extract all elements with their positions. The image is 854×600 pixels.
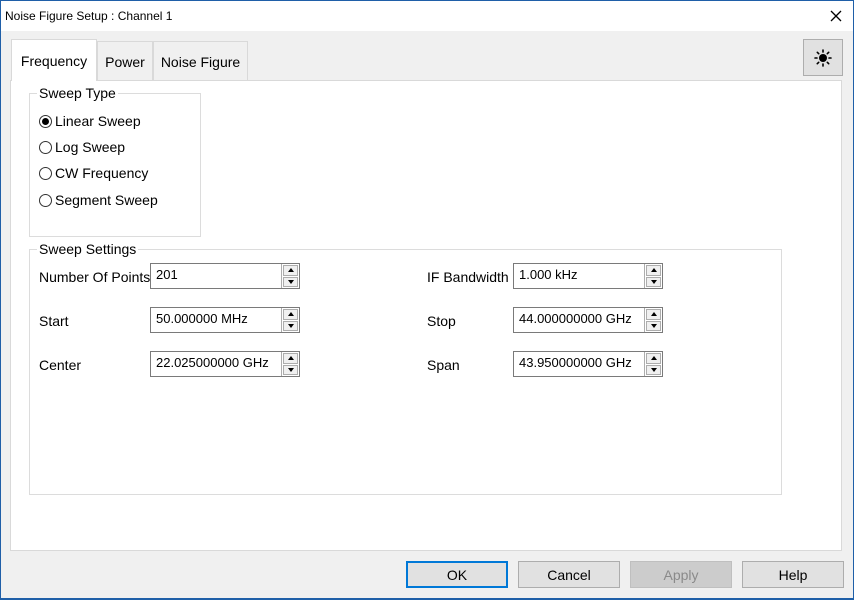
arrow-down-icon (650, 367, 657, 372)
radio-label: Log Sweep (55, 139, 126, 155)
spin-buttons (644, 352, 662, 376)
arrow-down-icon (650, 323, 657, 328)
sweep-settings-group: Sweep Settings Number Of Points 201 IF B… (29, 241, 782, 495)
radio-button-icon[interactable] (39, 114, 52, 128)
arrow-down-icon (287, 367, 294, 372)
close-icon (830, 10, 842, 22)
spin-up-button[interactable] (646, 265, 661, 276)
spin-buttons (644, 308, 662, 332)
if-bandwidth-value[interactable]: 1.000 kHz (514, 264, 644, 288)
spin-buttons (281, 352, 299, 376)
start-label: Start (39, 313, 69, 329)
start-stepper[interactable]: 50.000000 MHz (150, 307, 300, 333)
apply-button[interactable]: Apply (630, 561, 732, 588)
stop-label: Stop (427, 313, 456, 329)
radio-log-sweep[interactable]: Log Sweep (39, 139, 125, 155)
arrow-down-icon (287, 279, 294, 284)
sweep-settings-title: Sweep Settings (37, 241, 139, 257)
spin-up-button[interactable] (646, 309, 661, 320)
arrow-up-icon (287, 356, 294, 361)
if-bandwidth-label: IF Bandwidth (427, 269, 509, 285)
span-label: Span (427, 357, 460, 373)
spin-down-button[interactable] (283, 276, 298, 287)
help-button[interactable]: Help (742, 561, 844, 588)
arrow-up-icon (287, 268, 294, 273)
ok-button[interactable]: OK (406, 561, 508, 588)
center-value[interactable]: 22.025000000 GHz (151, 352, 281, 376)
spin-up-button[interactable] (283, 265, 298, 276)
close-button[interactable] (819, 1, 853, 31)
arrow-up-icon (287, 312, 294, 317)
spin-down-button[interactable] (283, 320, 298, 331)
radio-label: CW Frequency (55, 165, 149, 181)
frequency-tab-panel: Sweep Type Linear Sweep Log Sweep CW Fre… (10, 80, 842, 551)
spin-down-button[interactable] (646, 320, 661, 331)
radio-cw-frequency[interactable]: CW Frequency (39, 165, 148, 181)
number-of-points-label: Number Of Points (39, 269, 151, 285)
if-bandwidth-stepper[interactable]: 1.000 kHz (513, 263, 663, 289)
spin-down-button[interactable] (646, 364, 661, 375)
center-stepper[interactable]: 22.025000000 GHz (150, 351, 300, 377)
number-of-points-value[interactable]: 201 (151, 264, 281, 288)
start-value[interactable]: 50.000000 MHz (151, 308, 281, 332)
spin-down-button[interactable] (283, 364, 298, 375)
radio-label: Segment Sweep (55, 192, 158, 208)
radio-label: Linear Sweep (55, 113, 141, 129)
spin-buttons (281, 308, 299, 332)
span-value[interactable]: 43.950000000 GHz (514, 352, 644, 376)
number-of-points-stepper[interactable]: 201 (150, 263, 300, 289)
brightness-button[interactable] (803, 39, 843, 76)
sweep-type-title: Sweep Type (37, 85, 118, 101)
spin-buttons (644, 264, 662, 288)
tab-power[interactable]: Power (97, 41, 153, 81)
arrow-up-icon (650, 312, 657, 317)
spin-up-button[interactable] (283, 309, 298, 320)
center-label: Center (39, 357, 82, 373)
sweep-type-group: Sweep Type Linear Sweep Log Sweep CW Fre… (29, 85, 201, 237)
spin-up-button[interactable] (646, 353, 661, 364)
spin-buttons (281, 264, 299, 288)
arrow-up-icon (650, 268, 657, 273)
span-stepper[interactable]: 43.950000000 GHz (513, 351, 663, 377)
arrow-up-icon (650, 356, 657, 361)
radio-button-icon[interactable] (39, 193, 52, 207)
window-title: Noise Figure Setup : Channel 1 (5, 9, 173, 23)
spin-down-button[interactable] (646, 276, 661, 287)
tab-frequency[interactable]: Frequency (11, 39, 97, 81)
cancel-button[interactable]: Cancel (518, 561, 620, 588)
stop-value[interactable]: 44.000000000 GHz (514, 308, 644, 332)
radio-button-icon[interactable] (39, 166, 52, 180)
radio-segment-sweep[interactable]: Segment Sweep (39, 192, 158, 208)
spin-up-button[interactable] (283, 353, 298, 364)
radio-linear-sweep[interactable]: Linear Sweep (39, 113, 141, 129)
dialog-window: Noise Figure Setup : Channel 1 Frequency… (0, 0, 854, 600)
arrow-down-icon (650, 279, 657, 284)
stop-stepper[interactable]: 44.000000000 GHz (513, 307, 663, 333)
radio-button-icon[interactable] (39, 140, 52, 154)
tab-noise-figure[interactable]: Noise Figure (153, 41, 248, 81)
arrow-down-icon (287, 323, 294, 328)
brightness-icon (814, 48, 832, 67)
title-bar: Noise Figure Setup : Channel 1 (1, 1, 853, 31)
